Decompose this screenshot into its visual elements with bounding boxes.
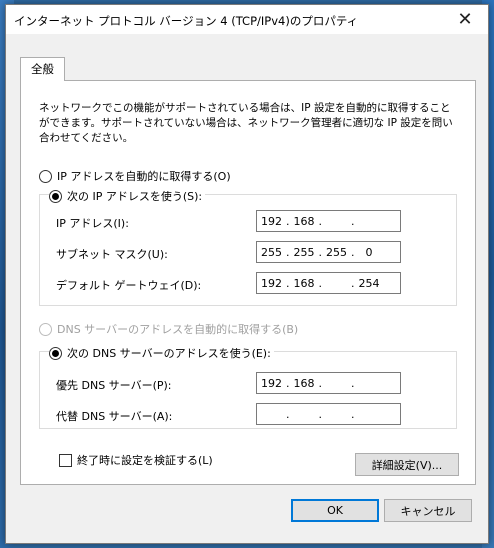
subnet-octet-1: 255 [261,245,282,259]
validate-on-exit-label: 終了時に設定を検証する(L) [77,454,213,467]
title-bar: インターネット プロトコル バージョン 4 (TCP/IPv4)のプロパティ ✕ [6,5,488,34]
ip-octet-2: 168 [293,214,315,228]
octet-separator: . [351,214,355,228]
tab-general[interactable]: 全般 [20,57,65,81]
preferred-dns-label: 優先 DNS サーバー(P): [56,379,172,392]
octet-separator: . [318,276,323,290]
ip-auto-radio[interactable] [39,169,52,183]
pdns-octet-1: 192 [261,376,282,390]
ip-address-input[interactable]: 192. 168. . [256,210,401,232]
ok-button[interactable]: OK [291,499,379,522]
octet-separator: . [351,376,355,390]
default-gateway-label: デフォルト ゲートウェイ(D): [56,279,202,292]
preferred-dns-input[interactable]: 192. 168. . [256,372,401,394]
dns-auto-radio[interactable] [39,322,52,336]
subnet-mask-label: サブネット マスク(U): [56,248,168,261]
close-icon: ✕ [457,9,473,30]
ip-octet-1: 192 [261,214,282,228]
description-text: ネットワークでこの機能がサポートされている場合は、IP 設定を自動的に取得するこ… [39,102,453,144]
gateway-octet-1: 192 [261,276,282,290]
octet-separator: . [351,407,355,421]
alternate-dns-label: 代替 DNS サーバー(A): [56,410,173,423]
dns-auto-label: DNS サーバーのアドレスを自動的に取得する(B) [57,323,299,336]
pdns-octet-2: 168 [293,376,315,390]
ip-manual-radio[interactable] [49,189,62,203]
octet-separator: . [318,407,323,421]
window-title: インターネット プロトコル バージョン 4 (TCP/IPv4)のプロパティ [14,14,359,28]
gateway-octet-4: 254 [358,276,380,290]
dns-settings-group: 優先 DNS サーバー(P): 192. 168. . 代替 DNS サーバー(… [39,351,457,429]
alternate-dns-input[interactable]: . . . [256,403,401,425]
ip-auto-option[interactable]: IP アドレスを自動的に取得する(O) [39,168,234,184]
ip-auto-label: IP アドレスを自動的に取得する(O) [57,170,231,183]
gateway-octet-2: 168 [293,276,315,290]
octet-separator: . [318,376,323,390]
octet-separator: . [318,214,323,228]
octet-separator: . [286,407,290,421]
ip-manual-option[interactable]: 次の IP アドレスを使う(S): [49,188,206,204]
dns-manual-label: 次の DNS サーバーのアドレスを使う(E): [67,347,271,360]
ipv4-properties-dialog: インターネット プロトコル バージョン 4 (TCP/IPv4)のプロパティ ✕… [5,4,489,544]
close-button[interactable]: ✕ [442,5,488,34]
general-tab-panel: ネットワークでこの機能がサポートされている場合は、IP 設定を自動的に取得するこ… [20,80,476,485]
subnet-octet-3: 255 [326,245,347,259]
subnet-mask-input[interactable]: 255. 255. 255. 0 [256,241,401,263]
subnet-octet-2: 255 [293,245,315,259]
ip-settings-group: IP アドレス(I): 192. 168. . サブネット マスク(U): 25… [39,194,457,306]
dns-manual-radio[interactable] [49,346,62,360]
validate-on-exit-option[interactable]: 終了時に設定を検証する(L) [59,452,213,468]
ip-manual-label: 次の IP アドレスを使う(S): [67,190,203,203]
advanced-button[interactable]: 詳細設定(V)... [355,453,459,476]
validate-on-exit-checkbox[interactable] [59,453,72,467]
dns-manual-option[interactable]: 次の DNS サーバーのアドレスを使う(E): [49,345,274,361]
ip-address-label: IP アドレス(I): [56,217,129,230]
subnet-octet-4: 0 [365,245,373,259]
dns-auto-option[interactable]: DNS サーバーのアドレスを自動的に取得する(B) [39,321,302,337]
cancel-button[interactable]: キャンセル [384,499,472,522]
default-gateway-input[interactable]: 192. 168. . 254 [256,272,401,294]
